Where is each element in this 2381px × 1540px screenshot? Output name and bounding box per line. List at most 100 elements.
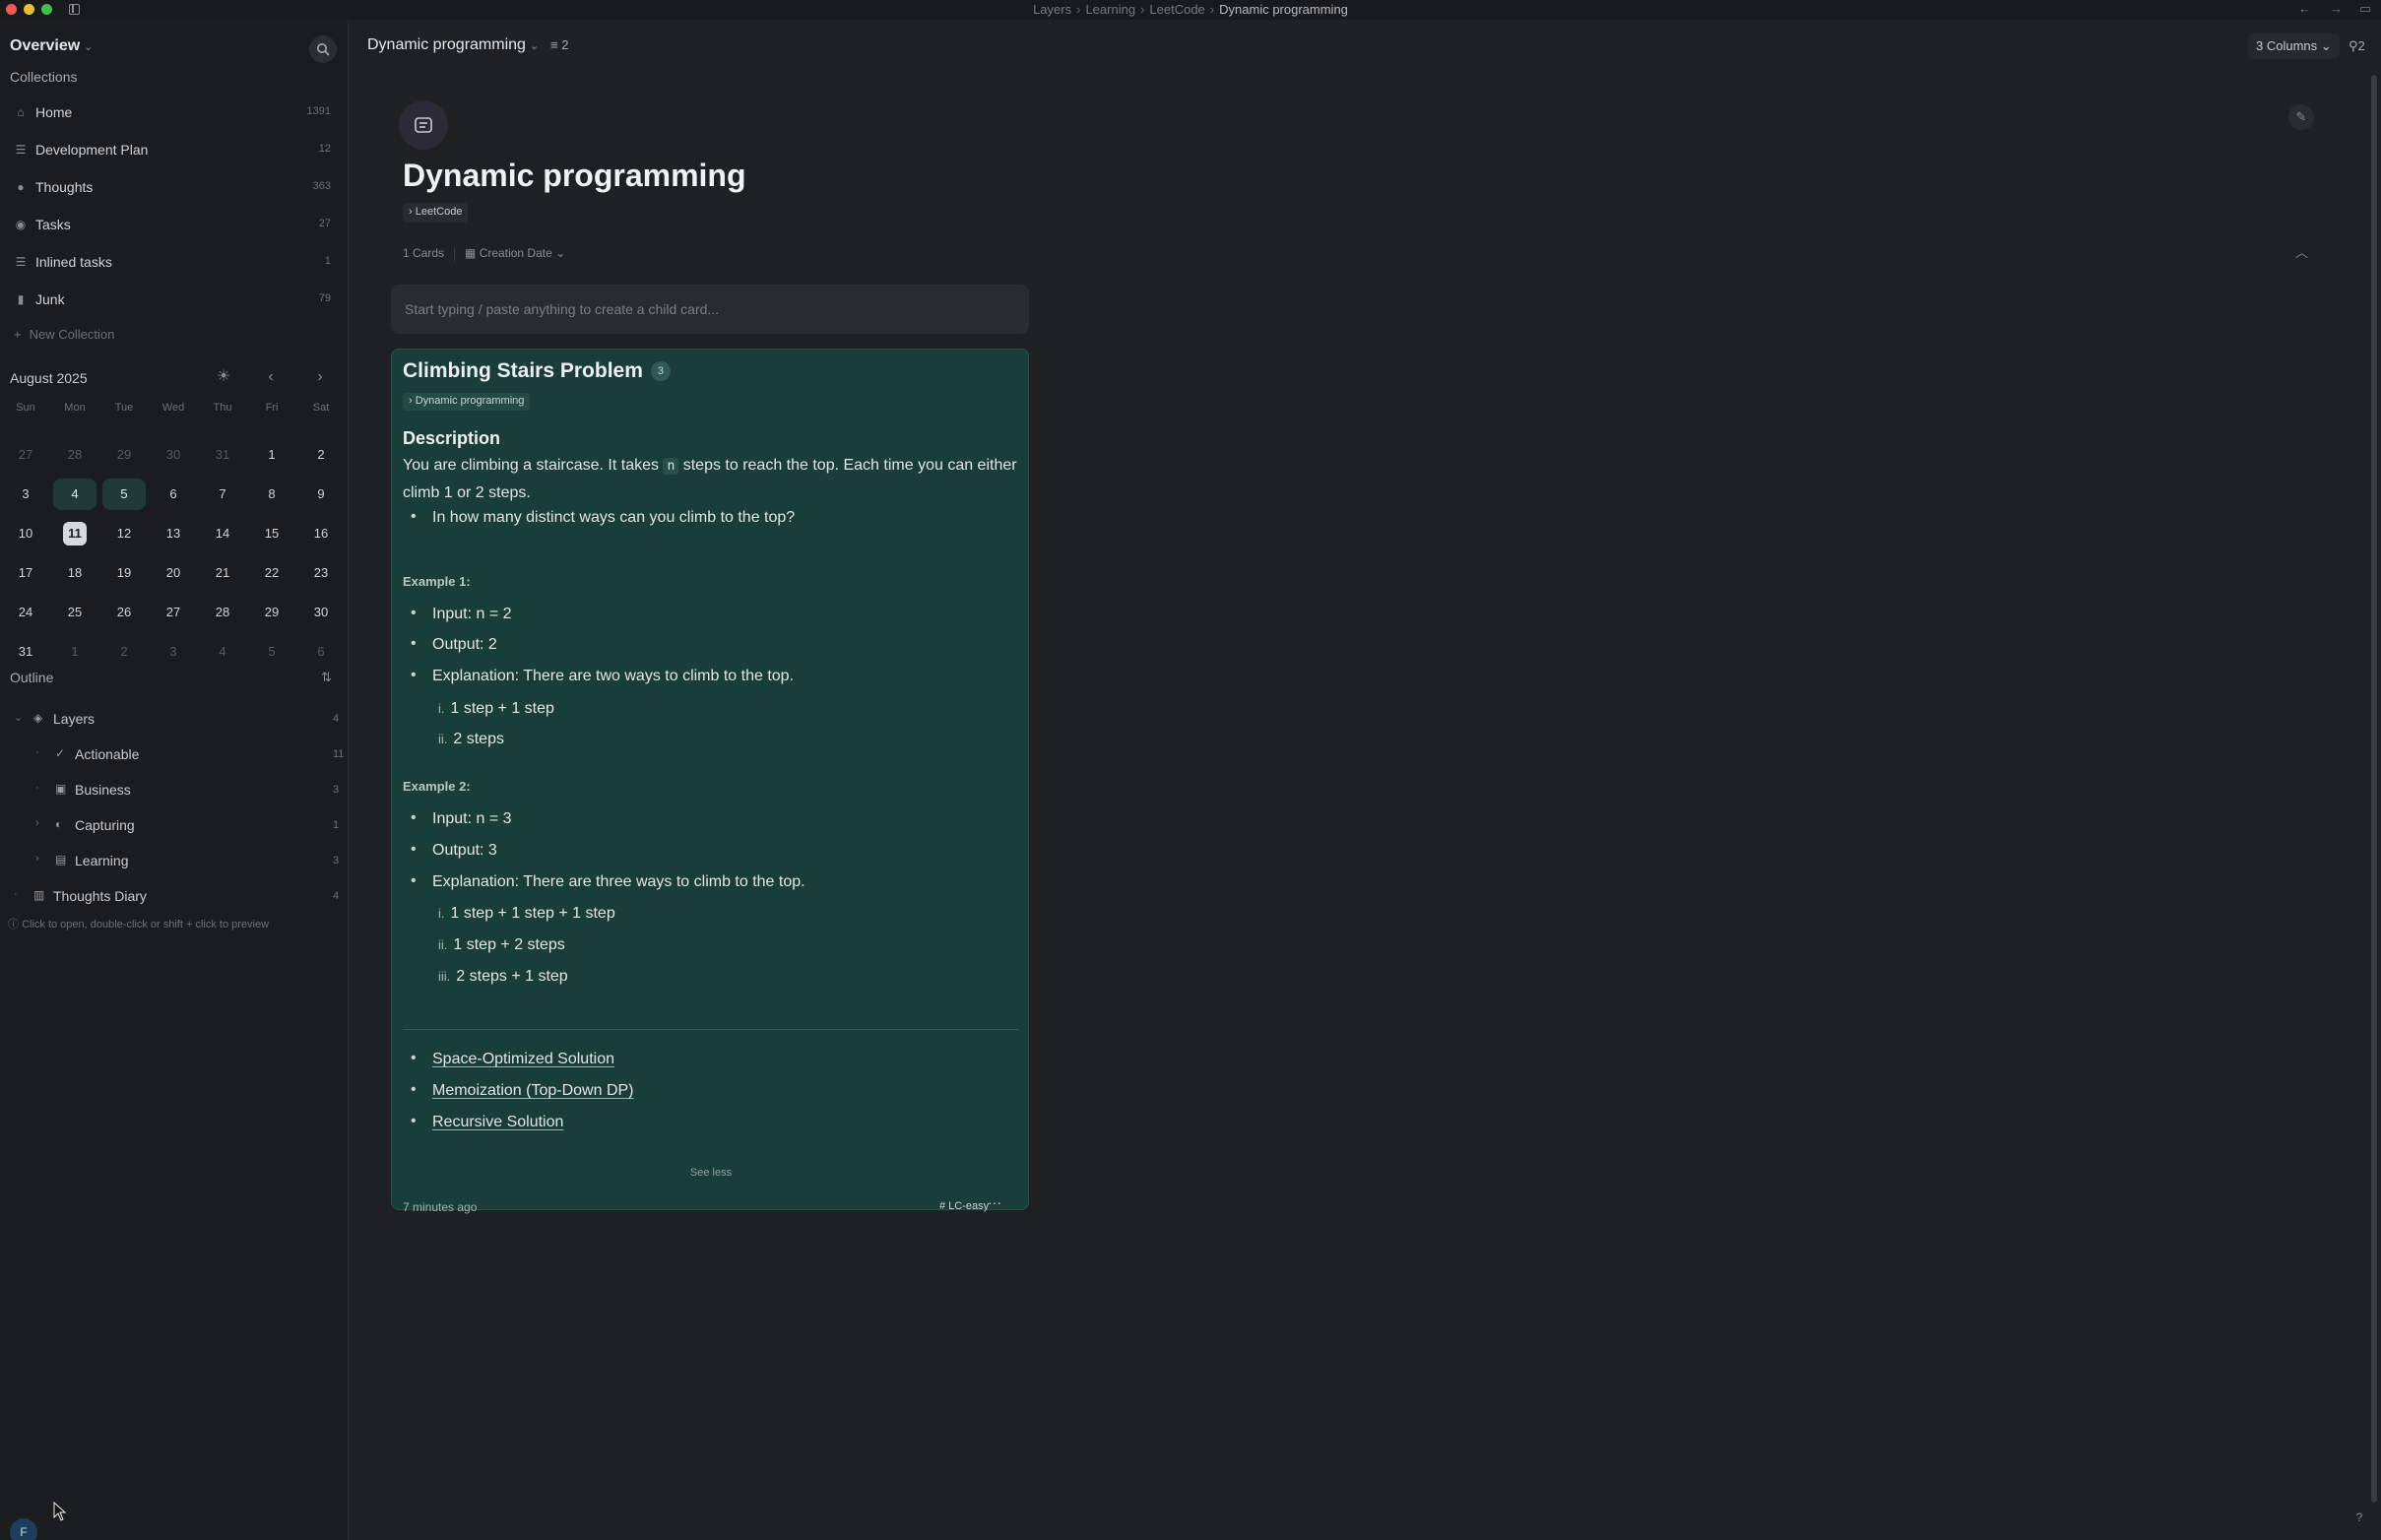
calendar-day[interactable]: 4 (201, 636, 244, 668)
chevron-left-icon[interactable]: ‹ (260, 366, 282, 388)
calendar-day[interactable]: 14 (201, 518, 244, 549)
breadcrumb-item[interactable]: Layers (1033, 2, 1071, 17)
calendar-day[interactable]: 22 (250, 557, 293, 589)
calendar-day[interactable]: 13 (152, 518, 195, 549)
edit-icon[interactable]: ✎ (2288, 104, 2314, 130)
calendar-day[interactable]: 29 (250, 597, 293, 628)
avatar[interactable]: F (10, 1518, 37, 1540)
calendar-day[interactable]: 1 (250, 439, 293, 471)
chevron-right-icon[interactable]: › (35, 817, 39, 829)
calendar-day[interactable]: 27 (4, 439, 47, 471)
link-space-optimized-solution[interactable]: Space-Optimized Solution (411, 1050, 614, 1068)
help-icon[interactable]: ? (2349, 1507, 2370, 1528)
collection-item-home[interactable]: ⌂ Home 1391 (8, 96, 337, 128)
calendar-day[interactable]: 7 (201, 479, 244, 510)
calendar-day[interactable]: 3 (152, 636, 195, 668)
collection-item-junk[interactable]: ▮ Junk 79 (8, 284, 337, 315)
sun-icon[interactable]: ☀ (213, 366, 234, 388)
chevron-down-icon[interactable]: ⌄ (14, 711, 23, 724)
card-parent-tag[interactable]: › Dynamic programming (403, 393, 531, 411)
parent-tag[interactable]: › LeetCode (403, 203, 469, 223)
new-card-input[interactable] (391, 285, 1029, 334)
calendar-day[interactable]: 28 (53, 439, 97, 471)
see-less-button[interactable]: See less (392, 1167, 1030, 1179)
new-collection-button[interactable]: + New Collection (14, 327, 114, 342)
chevron-right-icon[interactable]: › (35, 853, 39, 865)
calendar-day[interactable]: 2 (102, 636, 146, 668)
calendar-day[interactable]: 30 (299, 597, 343, 628)
calendar-day[interactable]: 31 (4, 636, 47, 668)
outline-item[interactable]: ⌄ ◈ Layers 4 (8, 705, 343, 733)
calendar-day[interactable]: 27 (152, 597, 195, 628)
calendar-day[interactable]: 30 (152, 439, 195, 471)
collection-item-tasks[interactable]: ◉ Tasks 27 (8, 209, 337, 240)
dot-icon[interactable]: · (14, 888, 18, 900)
calendar-day[interactable]: 2 (299, 439, 343, 471)
divider (403, 1029, 1018, 1030)
collection-item-thoughts[interactable]: ● Thoughts 363 (8, 171, 337, 203)
ellipsis-icon[interactable]: ··· (988, 1194, 1001, 1210)
calendar-day[interactable]: 25 (53, 597, 97, 628)
link-memoization[interactable]: Memoization (Top-Down DP) (411, 1081, 633, 1100)
outline-item-label: Layers (53, 711, 96, 727)
calendar-day[interactable]: 11 (53, 518, 97, 549)
calendar-day[interactable]: 19 (102, 557, 146, 589)
calendar-day[interactable]: 8 (250, 479, 293, 510)
panel-icon[interactable]: ▭ (2359, 1, 2371, 17)
calendar-day[interactable]: 6 (152, 479, 195, 510)
outline-item[interactable]: · ▥ Thoughts Diary 4 (8, 882, 343, 910)
calendar-day[interactable]: 12 (102, 518, 146, 549)
outline-heading: Outline (10, 670, 54, 685)
calendar-day[interactable]: 16 (299, 518, 343, 549)
filter-button[interactable]: ≡ 2 (550, 37, 568, 52)
calendar-day[interactable]: 3 (4, 479, 47, 510)
collection-item-inlined-tasks[interactable]: ☰ Inlined tasks 1 (8, 246, 337, 278)
calendar-day[interactable]: 10 (4, 518, 47, 549)
dot-icon[interactable]: · (35, 782, 39, 794)
pin-button[interactable]: ⚲2 (2349, 38, 2365, 54)
calendar-day[interactable]: 20 (152, 557, 195, 589)
columns-dropdown[interactable]: 3 Columns ⌄ (2248, 33, 2340, 59)
outline-item[interactable]: · ▣ Business 3 (8, 776, 343, 803)
chevron-right-icon[interactable]: › (309, 366, 331, 388)
collection-item-development-plan[interactable]: ☰ Development Plan 12 (8, 134, 337, 165)
outline-item[interactable]: › ▤ Learning 3 (8, 847, 343, 874)
calendar-day[interactable]: 28 (201, 597, 244, 628)
chevron-up-icon[interactable]: ︿ (2295, 242, 2308, 261)
arrow-left-icon[interactable]: ← (2298, 1, 2311, 16)
calendar-day[interactable]: 24 (4, 597, 47, 628)
breadcrumb-item[interactable]: Learning (1085, 2, 1135, 17)
calendar-day[interactable]: 26 (102, 597, 146, 628)
scrollbar[interactable] (2371, 75, 2377, 1503)
calendar-day[interactable]: 21 (201, 557, 244, 589)
example-1-label: Example 1: (403, 574, 471, 589)
sort-icon[interactable]: ⇅ (321, 670, 332, 685)
link-recursive-solution[interactable]: Recursive Solution (411, 1113, 563, 1131)
breadcrumb-item[interactable]: LeetCode (1149, 2, 1204, 17)
search-button[interactable] (309, 35, 337, 63)
calendar-day[interactable]: 23 (299, 557, 343, 589)
calendar-day[interactable]: 6 (299, 636, 343, 668)
view-switcher[interactable]: Dynamic programming ⌄ (367, 36, 539, 54)
calendar-day[interactable]: 9 (299, 479, 343, 510)
overview-switcher[interactable]: Overview ⌄ (10, 37, 93, 55)
card-hashtag[interactable]: # LC-easy (939, 1200, 989, 1212)
calendar-day[interactable]: 15 (250, 518, 293, 549)
outline-item[interactable]: › ◐ Capturing 1 (8, 811, 343, 839)
arrow-right-icon[interactable]: → (2330, 1, 2343, 16)
card[interactable]: Climbing Stairs Problem 3 › Dynamic progr… (391, 349, 1030, 1214)
page-icon[interactable] (399, 100, 448, 150)
calendar-day[interactable]: 29 (102, 439, 146, 471)
outline-item[interactable]: · ✓ Actionable 11 (8, 740, 344, 768)
calendar-day[interactable]: 5 (250, 636, 293, 668)
dot-icon[interactable]: · (35, 746, 39, 758)
sub-list-item: iii. 2 steps + 1 step (438, 968, 568, 985)
calendar-day[interactable]: 31 (201, 439, 244, 471)
calendar-day[interactable]: 17 (4, 557, 47, 589)
calendar-day[interactable]: 4 (53, 479, 97, 510)
sort-dropdown[interactable]: ▦ Creation Date ⌄ (465, 246, 565, 260)
calendar-day[interactable]: 18 (53, 557, 97, 589)
calendar-day[interactable]: 1 (53, 636, 97, 668)
calendar-day[interactable]: 5 (102, 479, 146, 510)
sub-list-item: i. 1 step + 1 step + 1 step (438, 905, 615, 922)
